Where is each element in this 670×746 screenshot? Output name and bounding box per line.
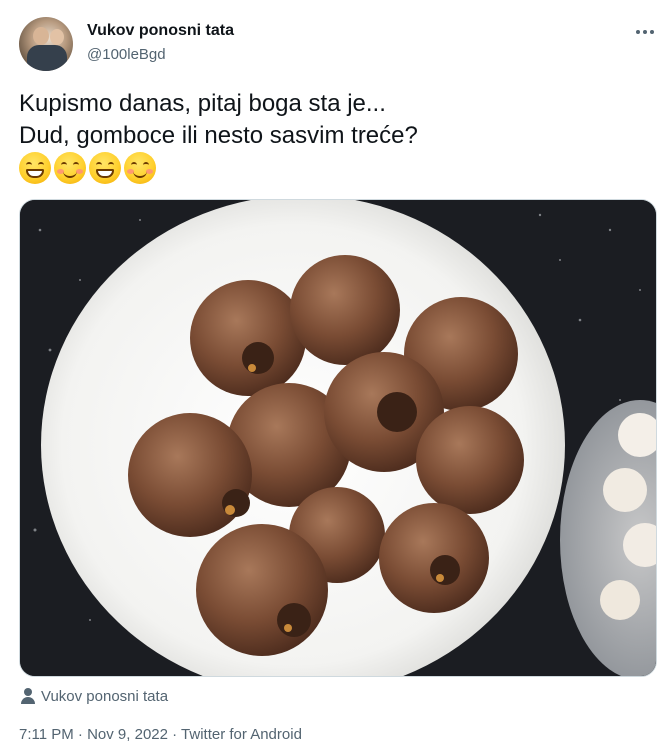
attribution-name: Vukov ponosni tata xyxy=(41,687,169,705)
avatar-face xyxy=(50,29,64,45)
tweet-text-line: Kupismo danas, pitaj boga sta je... xyxy=(19,90,386,117)
tweet-header: Vukov ponosni tata @100leBgd xyxy=(0,0,670,80)
tweet-text-line: Dud, gomboce ili nesto sasvim treće? xyxy=(19,122,418,149)
author-display-name[interactable]: Vukov ponosni tata xyxy=(87,22,234,40)
avatar-face xyxy=(33,27,49,45)
smiling-face-icon xyxy=(54,152,86,184)
smiling-face-icon xyxy=(124,152,156,184)
tweet-text: Kupismo danas, pitaj boga sta je... Dud,… xyxy=(19,88,649,152)
avatar-body xyxy=(27,45,67,71)
more-dot-icon xyxy=(650,30,654,34)
photo-attribution[interactable]: Vukov ponosni tata xyxy=(21,686,168,706)
author-handle[interactable]: @100leBgd xyxy=(87,46,166,63)
emoji-row xyxy=(19,152,156,186)
tweet-meta: 7:11 PM · Nov 9, 2022 · Twitter for Andr… xyxy=(19,726,302,743)
grinning-face-icon xyxy=(19,152,51,184)
avatar[interactable] xyxy=(19,17,73,71)
more-options-button[interactable] xyxy=(634,22,656,42)
photo-of-medlar-fruits-icon xyxy=(20,200,656,676)
more-dot-icon xyxy=(643,30,647,34)
tweet-photo[interactable] xyxy=(19,199,657,677)
person-icon xyxy=(21,688,35,704)
edge-divider xyxy=(0,722,6,736)
grinning-face-icon xyxy=(89,152,121,184)
more-dot-icon xyxy=(636,30,640,34)
